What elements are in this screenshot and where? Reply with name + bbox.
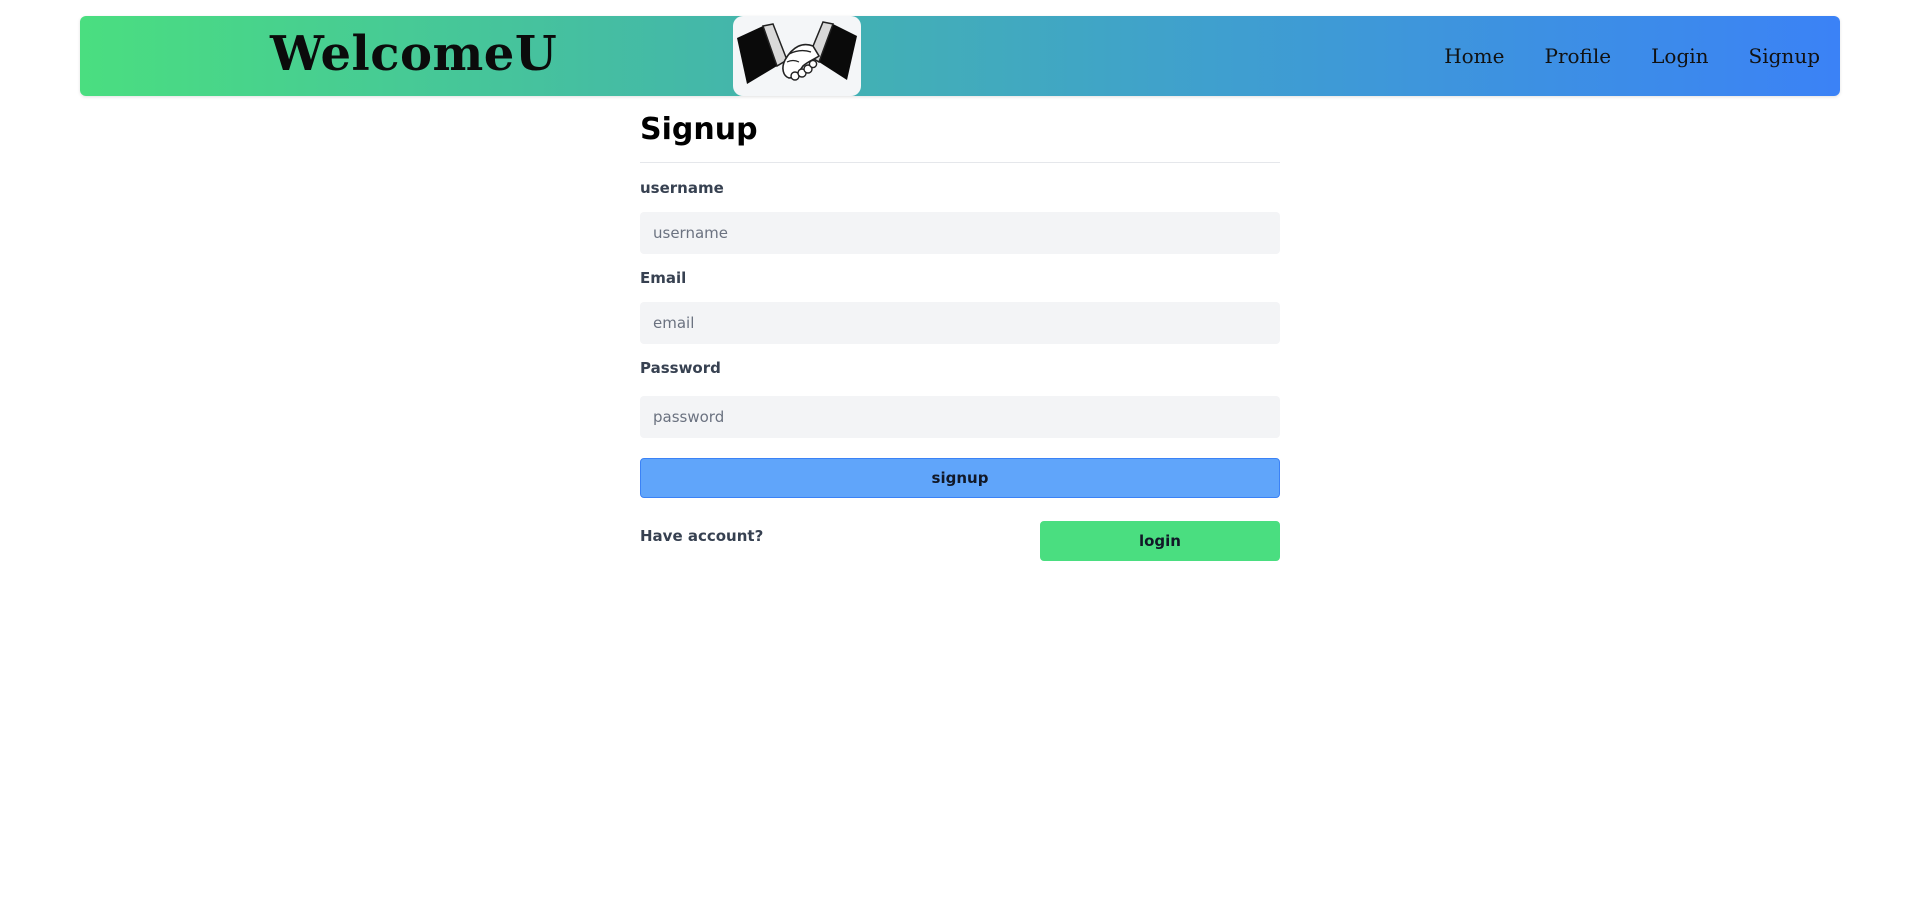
username-label: username [640, 179, 724, 197]
page-title: Signup [640, 110, 1280, 163]
login-button[interactable]: login [1040, 521, 1280, 561]
password-input[interactable] [640, 396, 1280, 438]
nav-home-link[interactable]: Home [1444, 44, 1504, 68]
username-input[interactable] [640, 212, 1280, 254]
email-input[interactable] [640, 302, 1280, 344]
email-label: Email [640, 269, 687, 287]
nav-signup-link[interactable]: Signup [1749, 44, 1820, 68]
login-prompt-row: Have account? login [640, 521, 1280, 566]
signup-form: Signup username Email Password signup Ha… [640, 110, 1280, 566]
signup-button[interactable]: signup [640, 458, 1280, 498]
handshake-icon [733, 16, 861, 96]
nav-profile-link[interactable]: Profile [1544, 44, 1611, 68]
main-nav: Home Profile Login Signup [1444, 16, 1820, 96]
brand-title[interactable]: WelcomeU [270, 30, 557, 78]
nav-login-link[interactable]: Login [1651, 44, 1708, 68]
have-account-text: Have account? [640, 527, 764, 545]
password-label: Password [640, 359, 721, 377]
top-navbar: WelcomeU Home Profile Login Signup [80, 16, 1840, 96]
